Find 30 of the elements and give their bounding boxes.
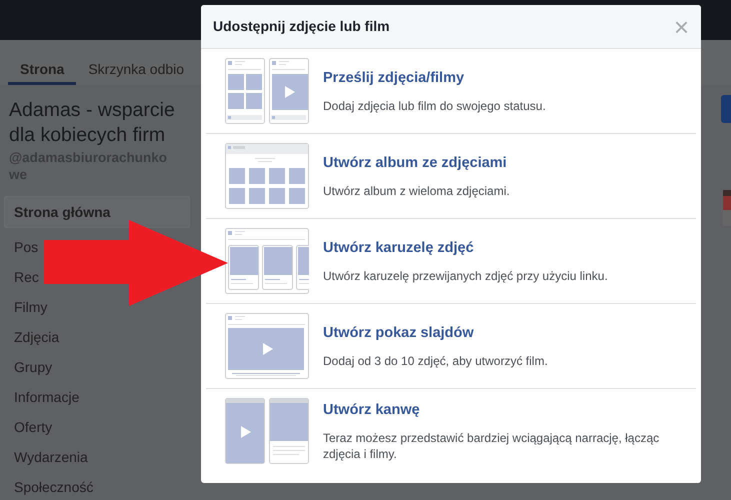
option-title: Utwórz karuzelę zdjęć — [323, 238, 475, 258]
option-title: Utwórz album ze zdjęciami — [323, 154, 508, 173]
sidebar-item[interactable]: Strona główna — [4, 196, 190, 228]
option-description: Dodaj od 3 do 10 zdjęć, aby utworzyć film. — [323, 353, 548, 370]
option-title: Utwórz pokaz slajdów — [323, 324, 475, 343]
page-name: Adamas - wsparcie dla kobiecych firm — [8, 98, 176, 148]
sidebar-item[interactable]: Pos — [4, 232, 42, 262]
dialog-title: Udostępnij zdjęcie lub film — [213, 17, 390, 36]
share-option[interactable]: Utwórz album ze zdjęciami Utwórz album z wieloma zdjęciami. — [206, 134, 696, 219]
close-button[interactable]: × — [672, 14, 691, 40]
sidebar-item[interactable]: Grupy — [4, 352, 56, 382]
sidebar-item[interactable]: Oferty — [4, 412, 56, 442]
sidebar-item[interactable]: Rec — [4, 262, 42, 292]
option-title: Prześlij zdjęcia/filmy — [323, 68, 466, 88]
share-option[interactable]: Utwórz pokaz slajdów Dodaj od 3 do 10 zdjęć, aby utworzyć film. — [206, 304, 696, 389]
sidebar-item[interactable]: Filmy — [4, 292, 50, 322]
option-description: Utwórz karuzelę przewijanych zdjęć przy użyciu linku. — [323, 268, 608, 284]
sidebar-item[interactable]: Wydarzenia — [4, 442, 91, 472]
option-description: Dodaj zdjęcia lub film do swojego statusu. — [323, 98, 546, 114]
option-description: Teraz możesz przedstawić bardziej wciągającą narrację, łącząc zdjęcia i filmy. — [323, 430, 660, 462]
share-option[interactable]: Utwórz kanwę Teraz możesz przedstawić bardziej wciągającą narrację, łącząc zdjęcia i filmy. — [206, 389, 696, 473]
sidebar-item[interactable]: Społeczność — [4, 472, 96, 500]
tab[interactable]: Strona — [8, 40, 76, 85]
tab[interactable]: Skrzynka odbio — [76, 40, 196, 85]
option-description: Utwórz album z wieloma zdjęciami. — [323, 183, 510, 200]
share-option[interactable]: Prześlij zdjęcia/filmy Dodaj zdjęcia lub film do swojego statusu. — [206, 49, 696, 134]
sidebar-item[interactable]: Zdjęcia — [4, 322, 62, 352]
sidebar-item[interactable]: Informacje — [4, 382, 82, 412]
option-title: Utwórz kanwę — [323, 400, 421, 420]
share-option[interactable]: Utwórz karuzelę zdjęć Utwórz karuzelę przewijanych zdjęć przy użyciu linku. — [206, 219, 696, 304]
